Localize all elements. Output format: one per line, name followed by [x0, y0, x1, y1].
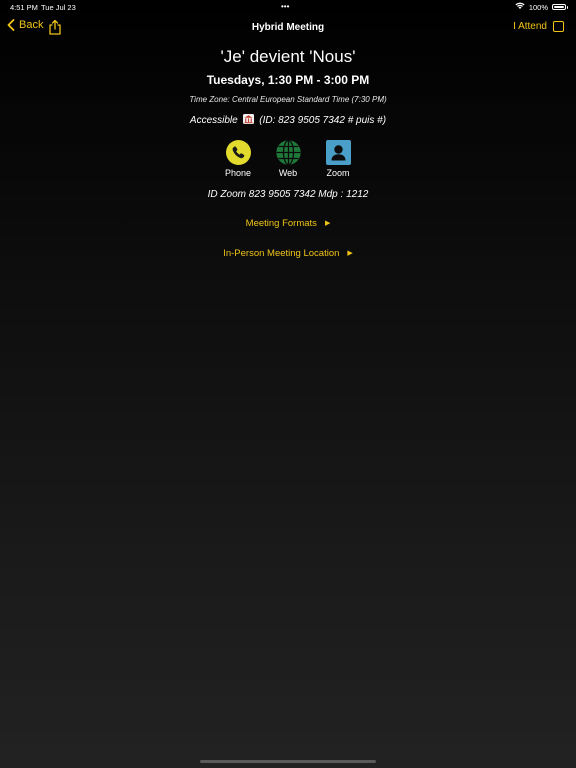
status-bar: 4:51 PM Tue Jul 23 ••• 100% — [0, 0, 576, 14]
meeting-formats-label: Meeting Formats — [245, 218, 317, 229]
phone-label: Phone — [224, 168, 252, 178]
status-date: Tue Jul 23 — [41, 3, 76, 12]
meeting-links: Phone Web Zoom — [0, 140, 576, 178]
meeting-location-label: In-Person Meeting Location — [223, 248, 340, 259]
play-arrow-icon: ▶ — [324, 220, 331, 227]
meeting-location-link[interactable]: In-Person Meeting Location ▶ — [223, 248, 353, 259]
attend-label: I Attend — [513, 21, 547, 32]
meeting-name: 'Je' devient 'Nous' — [220, 47, 356, 66]
accessible-detail: (ID: 823 9505 7342 # puis #) — [259, 115, 387, 126]
attend-checkbox[interactable] — [553, 21, 564, 32]
accessible-line: Accessible (ID: 823 9505 7342 # puis #) — [0, 114, 576, 127]
battery-icon — [552, 4, 568, 10]
battery-percent: 100% — [528, 2, 548, 12]
time-zone: Time Zone: Central European Standard Tim… — [189, 95, 387, 104]
play-arrow-icon: ▶ — [347, 250, 353, 257]
phone-link[interactable]: Phone — [225, 140, 251, 178]
meeting-details: 'Je' devient 'Nous' Tuesdays, 1:30 PM - … — [0, 44, 576, 261]
web-label: Web — [278, 168, 298, 178]
status-time: 4:51 PM — [10, 3, 38, 12]
attend-toggle[interactable]: I Attend — [513, 21, 564, 32]
zoom-label: Zoom — [326, 168, 350, 178]
globe-icon — [275, 140, 301, 165]
status-indicators: 100% — [515, 2, 568, 12]
accessible-label: Accessible — [189, 115, 238, 126]
meeting-time: Tuesdays, 1:30 PM - 3:00 PM — [206, 73, 370, 87]
zoom-info: ID Zoom 823 9505 7342 Mdp : 1212 — [207, 189, 369, 200]
building-icon — [242, 114, 254, 127]
phone-icon — [225, 140, 251, 165]
home-indicator[interactable] — [200, 760, 376, 763]
wifi-icon — [515, 2, 525, 12]
page-title: Hybrid Meeting — [251, 22, 325, 33]
meeting-formats-link[interactable]: Meeting Formats ▶ — [246, 218, 331, 229]
web-link[interactable]: Web — [275, 140, 301, 178]
zoom-link[interactable]: Zoom — [325, 140, 351, 178]
navigation-bar: Back Hybrid Meeting I Attend — [0, 14, 576, 44]
contact-icon — [325, 140, 351, 165]
multitasking-dots[interactable]: ••• — [281, 2, 289, 11]
